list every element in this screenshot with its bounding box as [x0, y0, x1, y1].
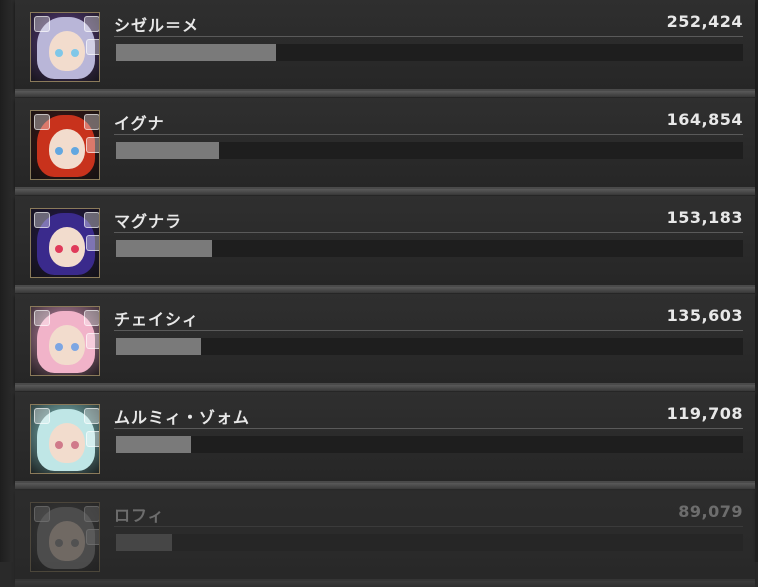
row-divider	[114, 428, 743, 429]
row-divider	[114, 36, 743, 37]
character-name: ムルミィ・ゾォム	[114, 408, 251, 427]
damage-bar	[116, 142, 743, 159]
damage-score: 119,708	[666, 404, 743, 423]
eye-shape	[71, 245, 79, 253]
eye-shape	[71, 147, 79, 155]
element-badge-icon	[84, 16, 99, 32]
damage-score: 252,424	[666, 12, 743, 31]
eye-shape	[55, 245, 63, 253]
damage-bar-fill	[116, 338, 201, 355]
eye-shape	[55, 147, 63, 155]
ranking-row[interactable]: シゼル＝メ 252,424	[15, 0, 755, 97]
damage-bar	[116, 436, 743, 453]
element-badge-icon	[34, 114, 50, 130]
row-divider	[114, 330, 743, 331]
element-badge-icon	[84, 506, 99, 522]
element-badge-icon	[86, 235, 99, 251]
damage-bar-fill	[116, 240, 212, 257]
element-badge-icon	[34, 310, 50, 326]
character-portrait	[30, 306, 100, 376]
ranking-row[interactable]: ロフィ 89,079	[15, 490, 755, 587]
element-badge-icon	[86, 529, 99, 545]
eye-shape	[71, 49, 79, 57]
damage-score: 89,079	[678, 502, 743, 521]
ranking-row[interactable]: チェイシィ 135,603	[15, 294, 755, 391]
damage-bar-fill	[116, 142, 220, 159]
row-divider	[114, 134, 743, 135]
character-name: ロフィ	[114, 506, 165, 525]
character-name: チェイシィ	[114, 310, 200, 329]
element-badge-icon	[86, 333, 99, 349]
ranking-row[interactable]: マグナラ 153,183	[15, 196, 755, 293]
element-badge-icon	[86, 137, 99, 153]
element-badge-icon	[84, 114, 99, 130]
eye-shape	[71, 539, 79, 547]
row-divider	[114, 232, 743, 233]
element-badge-icon	[34, 408, 50, 424]
damage-bar	[116, 338, 743, 355]
character-name: シゼル＝メ	[114, 16, 200, 35]
character-portrait	[30, 208, 100, 278]
character-portrait	[30, 12, 100, 82]
damage-score: 153,183	[666, 208, 743, 227]
ranking-row[interactable]: ムルミィ・ゾォム 119,708	[15, 392, 755, 489]
element-badge-icon	[34, 506, 50, 522]
character-name: イグナ	[114, 114, 165, 133]
element-badge-icon	[34, 16, 50, 32]
damage-bar	[116, 44, 743, 61]
damage-bar-fill	[116, 534, 173, 551]
eye-shape	[71, 441, 79, 449]
damage-bar-fill	[116, 44, 276, 61]
damage-bar-fill	[116, 436, 192, 453]
eye-shape	[71, 343, 79, 351]
character-name: マグナラ	[114, 212, 183, 231]
damage-score: 164,854	[666, 110, 743, 129]
eye-shape	[55, 441, 63, 449]
damage-bar	[116, 240, 743, 257]
eye-shape	[55, 49, 63, 57]
eye-shape	[55, 539, 63, 547]
element-badge-icon	[84, 408, 99, 424]
damage-score: 135,603	[666, 306, 743, 325]
ranking-row[interactable]: イグナ 164,854	[15, 98, 755, 195]
element-badge-icon	[34, 212, 50, 228]
damage-bar	[116, 534, 743, 551]
element-badge-icon	[84, 310, 99, 326]
element-badge-icon	[84, 212, 99, 228]
character-portrait	[30, 404, 100, 474]
element-badge-icon	[86, 39, 99, 55]
row-divider	[114, 526, 743, 527]
eye-shape	[55, 343, 63, 351]
character-portrait	[30, 110, 100, 180]
element-badge-icon	[86, 431, 99, 447]
